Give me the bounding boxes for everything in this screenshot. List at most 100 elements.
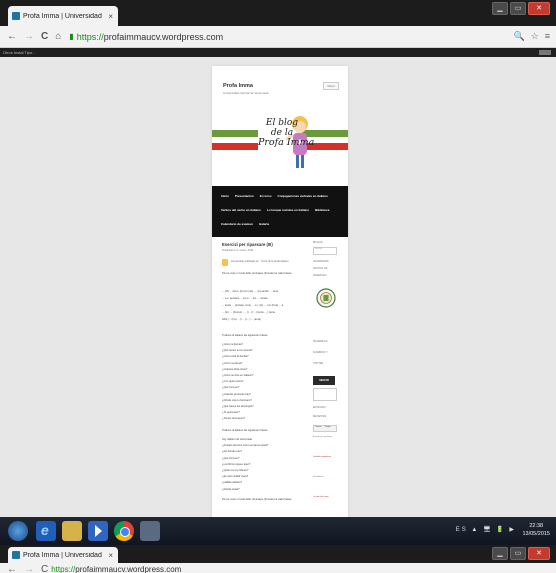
home-icon[interactable]: ⌂ — [55, 31, 61, 42]
clock-date: 13/05/2015 — [522, 531, 550, 537]
sidebar-section3-1: ENTRADAS — [313, 407, 326, 409]
bookmarks-text[interactable]: Otros Instal Tipo... — [3, 50, 35, 55]
sidebar-section2-3: TWITTER — [313, 363, 324, 365]
close-window-button[interactable]: ✕ — [528, 547, 550, 560]
sidebar-section2-1: SÍGUEME EN — [313, 341, 328, 343]
sidebar-item-2[interactable]: CENTRAL DE — [313, 268, 327, 270]
sidebar-section3-2: RECIENTES — [313, 416, 327, 418]
system-tray[interactable]: ES ▲ 🖥 🔋 ▶ — [456, 526, 516, 533]
exercise1-item: ¿Cómo se llama? — [222, 361, 243, 365]
media-player-icon[interactable] — [88, 521, 108, 541]
tweets-tab[interactable]: Tweets — [315, 426, 321, 428]
post-intro: Pon la voce o troval delle centraque (fo… — [222, 272, 293, 275]
exercise-line: ... avete ... (tornate, sono .... e.i. (… — [222, 304, 284, 307]
chrome-icon[interactable] — [114, 521, 134, 541]
browser-titlebar: Profa Imma | Universidad × ▁ ▭ ✕ — [0, 0, 556, 26]
close-window-button[interactable]: ✕ — [528, 2, 550, 15]
sidebar-recent-item[interactable]: Le parti del corpo — [313, 496, 328, 498]
window-controls: ▁ ▭ ✕ — [492, 2, 550, 15]
banner-line-3: Profa Imma — [258, 137, 315, 148]
nav-item-conjugaciones[interactable]: Conjugaciones verbales en italiano — [278, 194, 328, 198]
exercise1-item: ¿Cómo te llamas? — [222, 343, 244, 346]
exercise1-item: ¿Cómo se dice en italiano? — [222, 374, 254, 377]
exercise2-item: ¿Quién es el profesor? — [222, 469, 249, 472]
reload-icon[interactable]: C — [41, 31, 48, 42]
exercise2-item: ¿Qué hora es? — [222, 456, 240, 460]
exercise1-item: ¿Te gusta leer? — [222, 411, 240, 415]
sidebar-search-input[interactable]: Buscar — [313, 247, 337, 255]
author-line[interactable]: Comentario publicado en · Trozo de la pr… — [231, 260, 289, 263]
exercise1-item: ¿Qué hora es? — [222, 386, 240, 390]
back-icon[interactable]: ← — [7, 31, 17, 42]
pencil-app-icon[interactable] — [140, 521, 160, 541]
lock-icon: ▮ — [69, 32, 74, 41]
windows-taskbar: e ES ▲ 🖥 🔋 ▶ 22:38 13/05/2015 — [0, 517, 556, 545]
maximize-button[interactable]: ▭ — [510, 547, 526, 560]
exercise-line: ... e.e. pensare ... Lo io .... sin ....… — [222, 297, 268, 300]
menu-icon[interactable]: ≡ — [545, 31, 550, 42]
sidebar-recent-item[interactable]: Vocabolario — [313, 476, 323, 478]
reload-icon[interactable]: C — [41, 564, 48, 573]
seguir-tab[interactable]: Seguir — [325, 426, 331, 428]
taskbar-clock[interactable]: 22:38 13/05/2015 — [522, 522, 550, 538]
exercise2-item: ¿Dónde estás? — [222, 487, 240, 491]
site-navigation: Inicio Presentación El curso Conjugacion… — [212, 186, 348, 237]
bookmarks-extra-icon[interactable] — [539, 50, 551, 55]
follow-button[interactable]: SEGUIR — [313, 376, 335, 385]
exercise1-item: ¿Qué tienes en la nevera? — [222, 349, 253, 353]
internet-explorer-icon[interactable]: e — [36, 521, 56, 541]
address-bar-duplicate[interactable]: https://profaimmaucv.wordpress.com — [51, 565, 181, 573]
exercise-line: Abiti (... (l lo) ... (l ... (l ...) ...… — [222, 318, 261, 321]
sidebar-item-3[interactable]: VENEZUELA — [313, 275, 327, 277]
exercise2-item: ¿Hablas italiano? — [222, 481, 243, 485]
clock-time: 22:38 — [529, 523, 544, 529]
tab-title-duplicate: Profa Imma | Universidad — [23, 551, 102, 559]
nav-item-revistas[interactable]: Lo lunque revistas en italiano — [267, 208, 309, 212]
tab-title: Profa Imma | Universidad — [23, 12, 102, 20]
url-host: profaimmaucv.wordpress.com — [75, 565, 182, 573]
banner-line-1: El blog — [265, 118, 299, 128]
tab-close-icon[interactable]: × — [108, 12, 113, 21]
forward-icon[interactable]: → — [24, 564, 34, 573]
star-icon[interactable]: ☆ — [531, 31, 539, 42]
minimize-button[interactable]: ▁ — [492, 2, 508, 15]
post-outro: Pon la voce o troval delle centraque (fo… — [222, 498, 293, 501]
browser-tab-duplicate[interactable]: Profa Imma | Universidad × — [8, 547, 118, 563]
exercise-line: ... (lo) .... (ritorno) ..... (l... (l .… — [222, 311, 275, 314]
url-scheme: https:// — [76, 31, 104, 42]
back-icon[interactable]: ← — [7, 564, 17, 573]
nav-item-galeria[interactable]: Galeria — [259, 222, 269, 226]
blog-header-banner[interactable]: El blog de la Profa Imma — [212, 110, 348, 186]
forward-icon[interactable]: → — [24, 31, 34, 42]
sidebar-recent-item[interactable]: Tombola napoletana — [313, 456, 331, 458]
post-title[interactable]: Esercizi per ripassare (III) — [222, 242, 273, 247]
nav-item-biblioteca[interactable]: Biblioteca — [315, 208, 329, 212]
twitter-widget-tabs[interactable]: Tweets Seguir — [313, 425, 337, 432]
bookmarks-bar: Otros Instal Tipo... — [0, 48, 556, 57]
exercise1-item: ¿Qué haces los domingos? — [222, 405, 254, 408]
follow-widget-box[interactable] — [313, 388, 337, 401]
browser-tab[interactable]: Profa Imma | Universidad × — [8, 6, 118, 26]
nav-item-inicio[interactable]: Inicio — [221, 194, 229, 198]
sidebar-section2-2: FACEBOOK Y — [313, 352, 328, 354]
site-description: Universidad Central de Venezuela — [223, 91, 269, 95]
exercise2-item: Soy italiano de Venezuela — [222, 438, 252, 441]
nav-item-calendario[interactable]: Calendario de examen — [221, 222, 253, 226]
page-viewport[interactable]: Profa Imma Universidad Central de Venezu… — [0, 57, 556, 517]
sidebar-item-1[interactable]: UNIVERSIDAD — [313, 261, 329, 263]
site-title[interactable]: Profa Imma — [223, 83, 253, 89]
nav-item-verbos[interactable]: Verbos del verbo en italiano — [221, 208, 261, 212]
menu-toggle-button[interactable]: Menú — [323, 82, 339, 90]
minimize-button[interactable]: ▁ — [492, 547, 508, 560]
file-explorer-icon[interactable] — [62, 521, 82, 541]
start-button-icon[interactable] — [8, 521, 28, 541]
post-date[interactable]: Publicado en 1 marzo, 2015 — [222, 249, 253, 252]
tab-close-icon[interactable]: × — [108, 551, 113, 560]
url-scheme: https:// — [51, 565, 76, 573]
address-bar[interactable]: https://profaimmaucv.wordpress.com — [77, 32, 223, 42]
nav-item-presentacion[interactable]: Presentación — [235, 194, 254, 198]
zoom-icon[interactable]: 🔍 — [513, 31, 524, 42]
sidebar-recent-item[interactable]: Esercizi per ripassare — [313, 436, 332, 438]
maximize-button[interactable]: ▭ — [510, 2, 526, 15]
nav-item-el-curso[interactable]: El curso — [260, 194, 272, 198]
